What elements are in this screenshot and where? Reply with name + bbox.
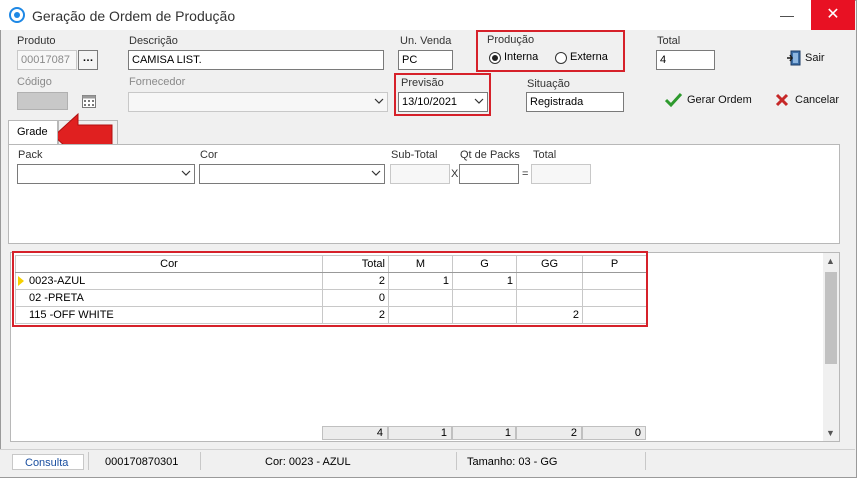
chevron-down-icon [374,98,384,104]
exit-door-icon [787,50,801,66]
subtotal-field [390,164,450,184]
externa-radio-label[interactable]: Externa [570,51,608,63]
grade-total-label: Total [533,149,557,161]
produto-lookup-button[interactable]: … [78,50,98,70]
status-separator [200,452,201,470]
descricao-label: Descrição [129,35,178,47]
scroll-up-icon[interactable]: ▲ [826,256,835,266]
cor-label: Cor [200,149,218,161]
previsao-date-picker[interactable]: 13/10/2021 [398,92,488,112]
title-bar: Geração de Ordem de Produção — ✕ [0,0,855,30]
footer-total: 4 [322,426,388,440]
scrollbar-thumb[interactable] [825,272,837,364]
cor-combo[interactable] [199,164,385,184]
status-tamanho: Tamanho: 03 - GG [467,456,558,468]
cancelar-label: Cancelar [795,94,840,106]
close-button[interactable]: ✕ [811,0,855,30]
total-field[interactable]: 4 [656,50,715,70]
tab-grade[interactable]: Grade [8,120,58,144]
un-venda-field[interactable]: PC [398,50,453,70]
status-separator [645,452,646,470]
produto-field[interactable]: 00017087 [17,50,77,70]
cancel-x-icon [775,93,789,107]
total-label: Total [657,35,681,47]
footer-total-p: 0 [582,426,646,440]
footer-total-gg: 2 [516,426,582,440]
status-mode: Consulta [12,454,84,470]
previsao-label: Previsão [401,77,444,89]
previsao-value: 13/10/2021 [402,96,458,108]
calendar-icon[interactable] [82,94,96,108]
interna-radio[interactable] [489,52,501,64]
pack-combo[interactable] [17,164,195,184]
sair-label: Sair [805,52,825,64]
status-separator [88,452,89,470]
pack-label: Pack [18,149,43,161]
producao-label: Produção [487,34,535,46]
footer-total-g: 1 [452,426,516,440]
status-code: 000170870301 [105,456,179,468]
descricao-field[interactable]: CAMISA LIST. [128,50,384,70]
chevron-down-icon [474,98,484,104]
app-icon [9,7,25,23]
window-title: Geração de Ordem de Produção [32,8,236,24]
scroll-down-icon[interactable]: ▼ [826,428,835,438]
codigo-field[interactable] [17,92,68,110]
situacao-field: Registrada [526,92,624,112]
equals-sign: = [522,168,529,180]
situacao-label: Situação [527,78,570,90]
grid-highlight-box [12,251,648,327]
gerar-ordem-label: Gerar Ordem [687,94,752,106]
checkmark-icon [665,92,683,108]
minimize-button[interactable]: — [772,5,802,25]
qt-packs-label: Qt de Packs [460,149,520,161]
grade-total-field [531,164,591,184]
chevron-down-icon [181,170,191,176]
externa-radio[interactable] [555,52,567,64]
multiply-sign: X [451,168,459,180]
fornecedor-label: Fornecedor [129,76,186,88]
footer-total-m: 1 [388,426,452,440]
produto-label: Produto [17,35,56,47]
fornecedor-combo[interactable] [128,92,388,112]
chevron-down-icon [371,170,381,176]
codigo-label: Código [17,76,52,88]
qt-packs-field[interactable] [459,164,519,184]
status-cor: Cor: 0023 - AZUL [265,456,351,468]
status-separator [456,452,457,470]
subtotal-label: Sub-Total [391,149,438,161]
interna-radio-label[interactable]: Interna [504,51,538,63]
un-venda-label: Un. Venda [400,35,452,47]
